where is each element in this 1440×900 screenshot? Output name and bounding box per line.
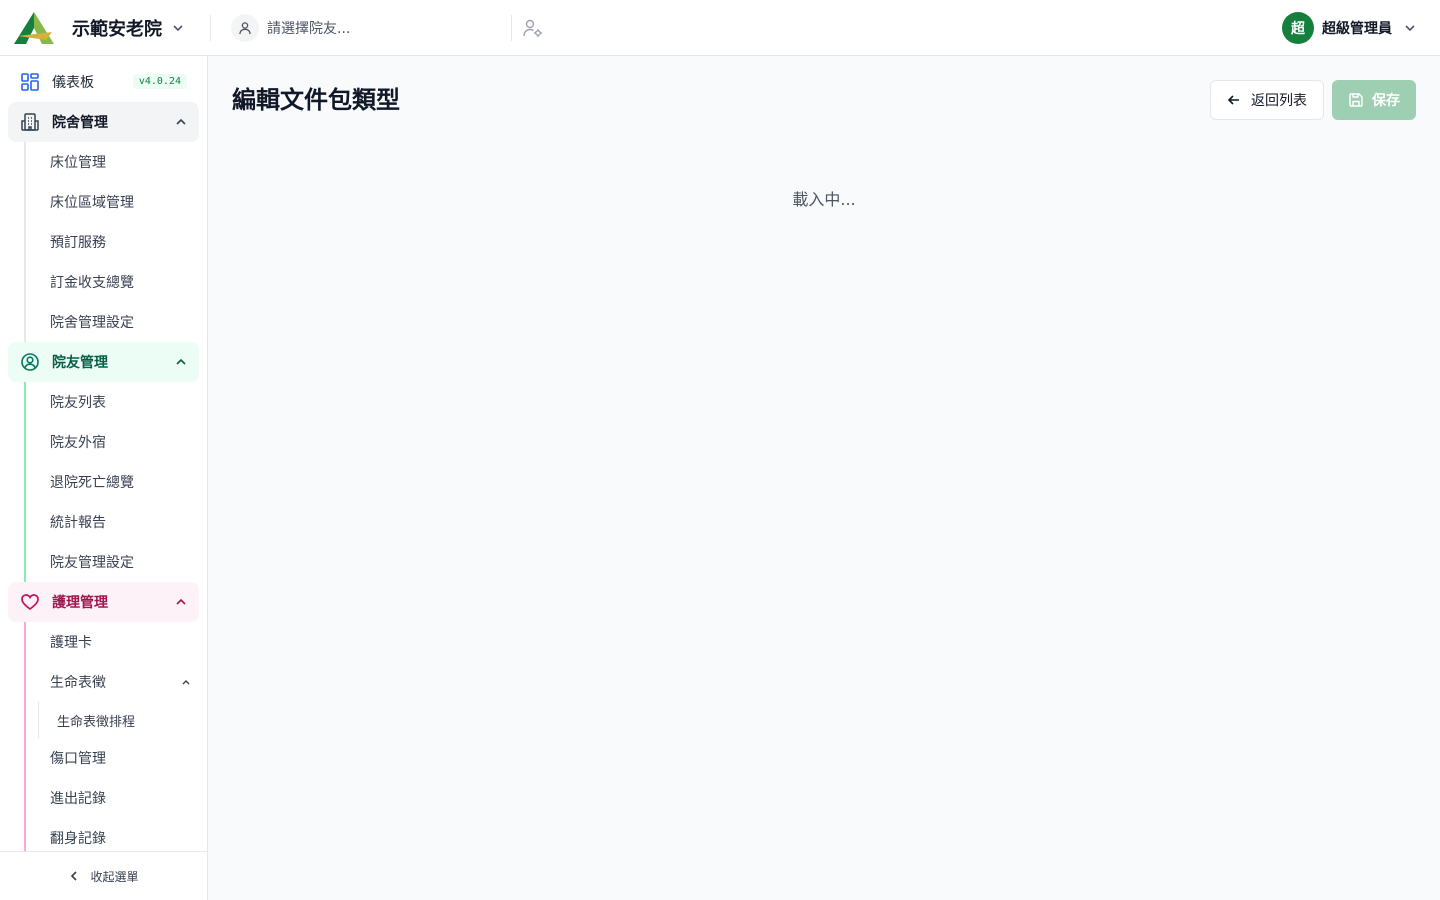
sidebar-item-label: 生命表徵 bbox=[50, 675, 106, 691]
chevron-down-icon bbox=[173, 24, 183, 31]
sidebar-item-housing-settings[interactable]: 院舍管理設定 bbox=[26, 302, 207, 342]
save-label: 保存 bbox=[1372, 93, 1400, 109]
chevron-up-icon bbox=[176, 118, 186, 125]
sidebar-item-discharge-overview[interactable]: 退院死亡總覽 bbox=[26, 462, 207, 502]
page-title: 編輯文件包類型 bbox=[232, 86, 400, 114]
save-button[interactable]: 保存 bbox=[1332, 80, 1416, 120]
user-name: 超級管理員 bbox=[1322, 21, 1392, 37]
sidebar-item-vital-signs-schedule[interactable]: 生命表徵排程 bbox=[39, 702, 207, 738]
chevron-left-icon bbox=[71, 871, 78, 881]
sidebar-item-label: 院友管理 bbox=[52, 355, 108, 371]
avatar: 超 bbox=[1282, 12, 1314, 44]
sidebar-item-in-out-records[interactable]: 進出記錄 bbox=[26, 778, 207, 818]
loading-indicator: 載入中... bbox=[792, 190, 856, 209]
chevron-up-icon bbox=[182, 680, 190, 685]
sidebar-item-resident-list[interactable]: 院友列表 bbox=[26, 382, 207, 422]
sidebar-item-resident-settings[interactable]: 院友管理設定 bbox=[26, 542, 207, 582]
sidebar-group-resident[interactable]: 院友管理 bbox=[8, 342, 199, 382]
sidebar-group-nursing[interactable]: 護理管理 bbox=[8, 582, 199, 622]
dashboard-icon bbox=[20, 72, 40, 92]
arrow-left-icon bbox=[1227, 95, 1239, 105]
sidebar-item-turning-records[interactable]: 翻身記錄 bbox=[26, 818, 207, 851]
housing-submenu: 床位管理 床位區域管理 預訂服務 訂金收支總覽 院舍管理設定 bbox=[24, 142, 207, 342]
collapse-menu-button[interactable]: 收起選單 bbox=[0, 851, 207, 900]
top-header: 示範安老院 請選擇院友... 超 超級管理員 bbox=[0, 0, 1440, 56]
user-settings-icon[interactable] bbox=[522, 17, 544, 39]
user-circle-icon bbox=[20, 352, 40, 372]
sidebar-group-housing[interactable]: 院舍管理 bbox=[8, 102, 199, 142]
heart-icon bbox=[20, 592, 40, 612]
back-to-list-button[interactable]: 返回列表 bbox=[1210, 80, 1324, 120]
sidebar-item-resident-leave[interactable]: 院友外宿 bbox=[26, 422, 207, 462]
sidebar-item-statistics-report[interactable]: 統計報告 bbox=[26, 502, 207, 542]
collapse-menu-label: 收起選單 bbox=[90, 869, 139, 884]
facility-switcher[interactable]: 示範安老院 bbox=[0, 0, 210, 56]
back-to-list-label: 返回列表 bbox=[1251, 93, 1307, 109]
nursing-submenu: 護理卡 生命表徵 生命表徵排程 傷口管理 進出記錄 翻身記錄 bbox=[24, 622, 207, 851]
chevron-up-icon bbox=[176, 358, 186, 365]
main-content: 編輯文件包類型 返回列表 保存 載入中... bbox=[208, 56, 1440, 900]
user-menu[interactable]: 超 超級管理員 bbox=[1282, 12, 1416, 44]
sidebar: 儀表板 v4.0.24 院舍管理 床位管理 床位區域管理 預訂服務 訂金收支總覽… bbox=[0, 56, 208, 900]
sidebar-item-label: 儀表板 bbox=[52, 75, 94, 91]
sidebar-item-dashboard[interactable]: 儀表板 v4.0.24 bbox=[8, 62, 199, 102]
version-badge: v4.0.24 bbox=[132, 74, 187, 89]
sidebar-item-wound-management[interactable]: 傷口管理 bbox=[26, 738, 207, 778]
save-icon bbox=[1349, 93, 1363, 107]
resident-selector[interactable]: 請選擇院友... bbox=[211, 0, 511, 56]
resident-selector-placeholder: 請選擇院友... bbox=[267, 20, 351, 37]
chevron-down-icon bbox=[1405, 25, 1415, 32]
sidebar-item-label: 院舍管理 bbox=[52, 115, 108, 131]
sidebar-item-care-card[interactable]: 護理卡 bbox=[26, 622, 207, 662]
chevron-up-icon bbox=[176, 598, 186, 605]
brand-logo-icon bbox=[14, 11, 54, 44]
sidebar-item-booking-service[interactable]: 預訂服務 bbox=[26, 222, 207, 262]
building-icon bbox=[20, 112, 40, 132]
sidebar-item-vital-signs[interactable]: 生命表徵 bbox=[26, 662, 207, 702]
header-divider bbox=[511, 14, 512, 41]
sidebar-nav: 儀表板 v4.0.24 院舍管理 床位管理 床位區域管理 預訂服務 訂金收支總覽… bbox=[0, 62, 207, 851]
resident-submenu: 院友列表 院友外宿 退院死亡總覽 統計報告 院友管理設定 bbox=[24, 382, 207, 582]
sidebar-item-bed-management[interactable]: 床位管理 bbox=[26, 142, 207, 182]
vital-signs-submenu: 生命表徵排程 bbox=[38, 702, 207, 738]
sidebar-item-deposit-overview[interactable]: 訂金收支總覽 bbox=[26, 262, 207, 302]
facility-name: 示範安老院 bbox=[72, 18, 162, 40]
sidebar-item-bed-area-management[interactable]: 床位區域管理 bbox=[26, 182, 207, 222]
user-icon bbox=[231, 13, 259, 42]
sidebar-item-label: 護理管理 bbox=[52, 595, 108, 611]
